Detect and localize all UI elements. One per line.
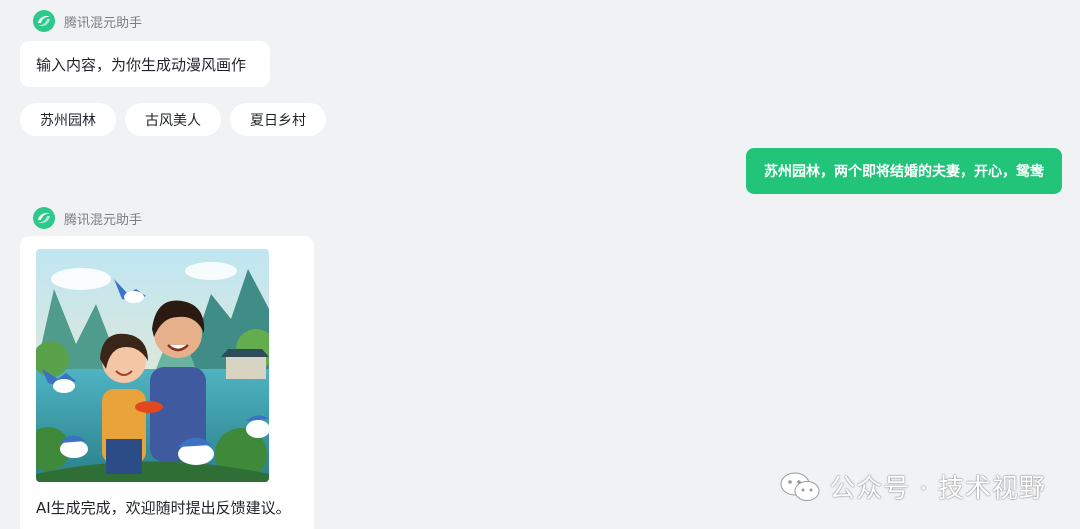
bot-name: 腾讯混元助手	[64, 15, 143, 31]
user-message-bubble: 苏州园林，两个即将结婚的夫妻，开心，鸳鸯	[746, 148, 1062, 194]
chat-window: 腾讯混元助手 输入内容，为你生成动漫风画作 苏州园林 古风美人 夏日乡村 苏州园…	[0, 0, 1080, 529]
intro-bubble: 输入内容，为你生成动漫风画作	[20, 41, 270, 87]
watermark-text: 公众号 · 技术视野	[829, 474, 1046, 504]
intro-text: 输入内容，为你生成动漫风画作	[36, 56, 247, 74]
bot-avatar-icon	[33, 10, 55, 32]
suggestion-chips: 苏州园林 古风美人 夏日乡村	[20, 103, 326, 136]
bot-avatar-icon	[33, 207, 55, 229]
suggestion-chip[interactable]: 古风美人	[125, 103, 221, 136]
generation-done-text: AI生成完成，欢迎随时提出反馈建议。	[36, 499, 291, 517]
watermark: 公众号 · 技术视野	[779, 468, 1046, 505]
suggestion-chip[interactable]: 苏州园林	[20, 103, 116, 136]
bot-header: 腾讯混元助手	[32, 206, 142, 230]
image-response-card: AI生成完成，欢迎随时提出反馈建议。	[20, 236, 314, 529]
suggestion-chip[interactable]: 夏日乡村	[230, 103, 326, 136]
generated-image[interactable]	[36, 249, 269, 482]
bot-header: 腾讯混元助手	[32, 9, 142, 33]
wechat-icon	[780, 472, 820, 501]
user-message-text: 苏州园林，两个即将结婚的夫妻，开心，鸳鸯	[764, 164, 1044, 180]
bot-name: 腾讯混元助手	[64, 212, 143, 228]
